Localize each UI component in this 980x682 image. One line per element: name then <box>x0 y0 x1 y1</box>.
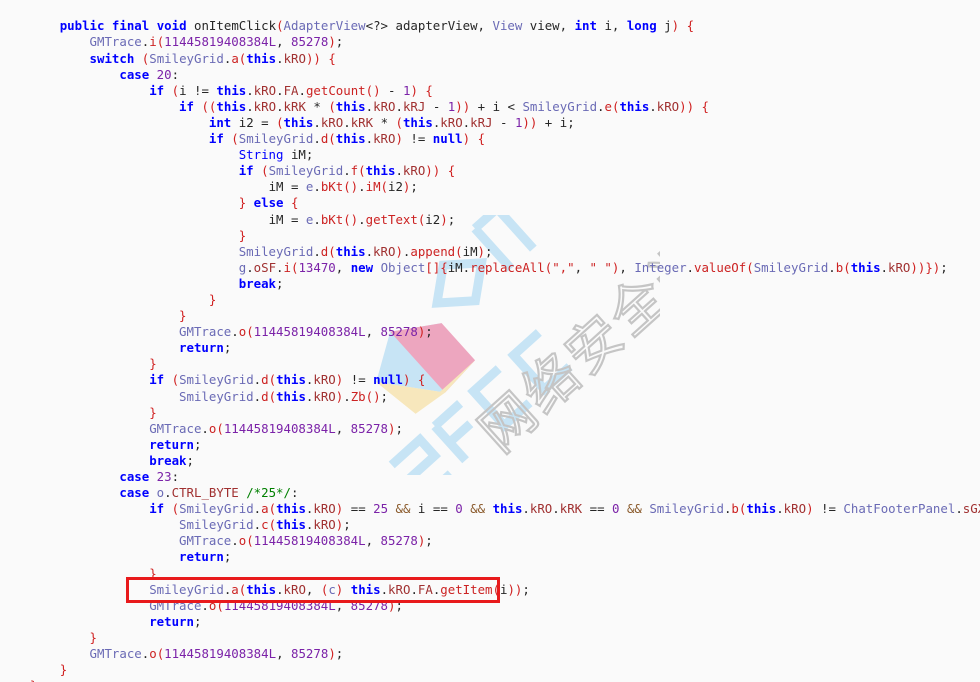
code-line: GMTrace.o(11445819408384L, 85278); <box>179 533 433 549</box>
code-line: return; <box>179 549 232 565</box>
code-line: } <box>149 404 157 420</box>
code-line: case 20: <box>119 66 180 82</box>
code-line: break; <box>149 452 194 468</box>
code-line: if (SmileyGrid.a(this.kRO) == 25 && i ==… <box>149 501 980 517</box>
code-line: } <box>149 565 157 581</box>
code-line: return; <box>149 436 202 452</box>
code-line: if (SmileyGrid.d(this.kRO) != null) { <box>208 131 486 147</box>
code-line: GMTrace.o(11445819408384L, 85278); <box>179 324 433 340</box>
code-line: SmileyGrid.c(this.kRO); <box>179 517 351 533</box>
code-line: case 23: <box>119 469 180 485</box>
code-line: break; <box>238 275 284 291</box>
code-line: SmileyGrid.d(this.kRO).append(iM); <box>238 243 493 259</box>
code-line: case o.CTRL_BYTE /*25*/: <box>119 485 299 501</box>
code-line: if ((this.kRO.kRK * (this.kRO.kRJ - 1)) … <box>179 98 710 114</box>
code-line: } <box>208 291 217 307</box>
code-line: } <box>59 662 68 678</box>
code-line: }; <box>0 678 980 682</box>
code-line: switch (SmileyGrid.a(this.kRO)) { <box>89 50 336 66</box>
code-line: iM = e.bKt().iM(i2); <box>268 179 418 195</box>
code-line: GMTrace.o(11445819408384L, 85278); <box>149 420 403 436</box>
source-code-block: public final void onItemClick(AdapterVie… <box>0 12 980 682</box>
code-line: int i2 = (this.kRO.kRK * (this.kRO.kRJ -… <box>208 114 575 130</box>
code-line: GMTrace.o(11445819408384L, 85278); <box>89 646 344 662</box>
code-line: GMTrace.i(11445819408384L, 85278); <box>89 34 344 50</box>
code-line: } <box>238 227 247 243</box>
code-line: if (SmileyGrid.f(this.kRO)) { <box>238 163 456 179</box>
code-line: } else { <box>238 195 299 211</box>
code-line: } <box>179 308 187 324</box>
code-line: } <box>89 629 97 645</box>
code-line: String iM; <box>238 147 314 163</box>
code-line: SmileyGrid.a(this.kRO, (c) this.kRO.FA.g… <box>149 581 530 597</box>
code-line: iM = e.bKt().getText(i2); <box>268 211 456 227</box>
code-line: g.oSF.i(13470, new Object[]{iM.replaceAl… <box>238 259 948 275</box>
code-line: } <box>149 356 157 372</box>
code-line: SmileyGrid.d(this.kRO).Zb(); <box>179 388 389 404</box>
code-line: return; <box>149 613 202 629</box>
code-viewer: 网络安全通 public final void onItemClick(Adap… <box>0 0 980 682</box>
code-line: GMTrace.o(11445819408384L, 85278); <box>149 597 403 613</box>
code-line: return; <box>179 340 232 356</box>
code-line: if (SmileyGrid.d(this.kRO) != null) { <box>149 372 426 388</box>
code-line: if (i != this.kRO.FA.getCount() - 1) { <box>149 82 433 98</box>
code-line: public final void onItemClick(AdapterVie… <box>59 18 695 34</box>
